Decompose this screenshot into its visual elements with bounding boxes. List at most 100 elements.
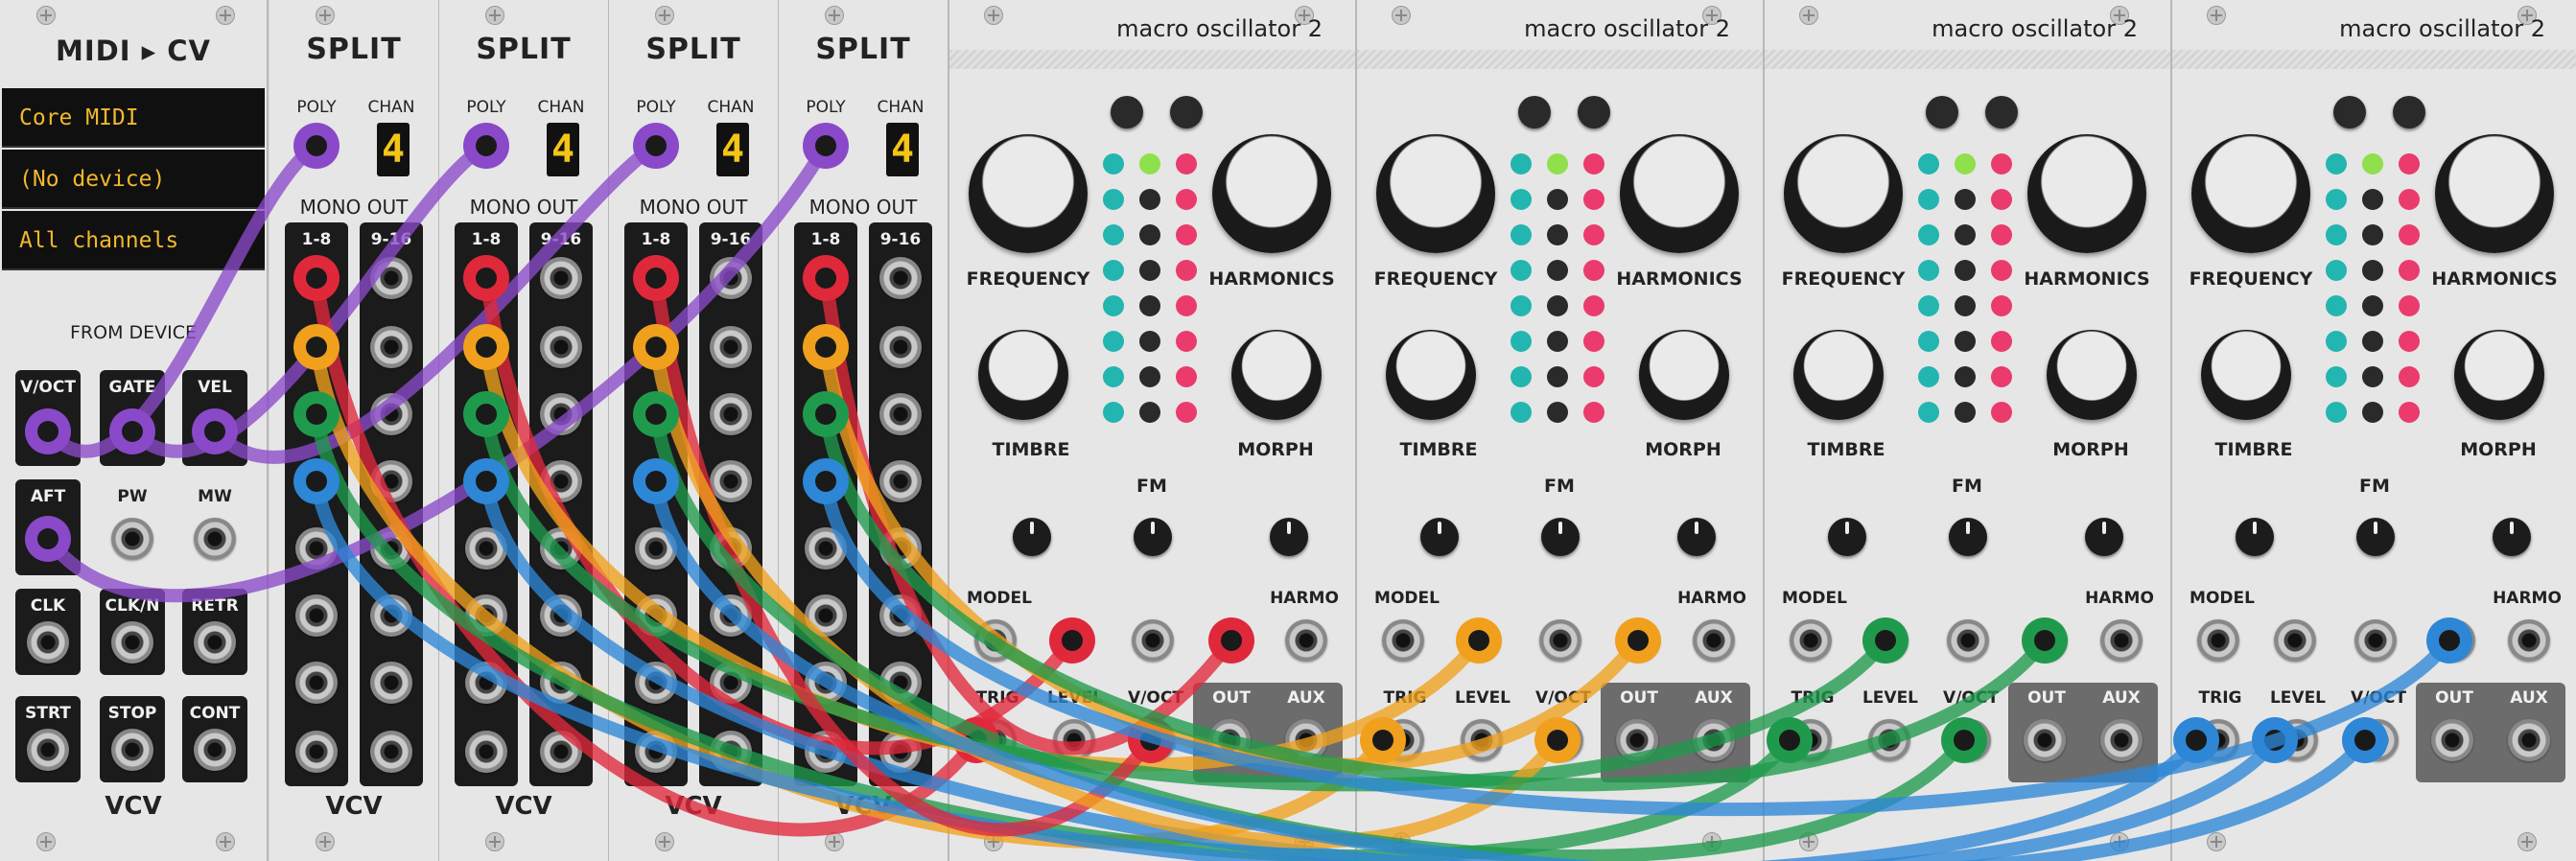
mono-output-jack-6[interactable] <box>805 594 847 637</box>
morph-knob[interactable] <box>1231 330 1322 420</box>
cont-output-jack[interactable] <box>194 729 236 771</box>
morph-knob[interactable] <box>2047 330 2137 420</box>
mono-output-jack-1[interactable] <box>295 257 338 299</box>
timbre-knob[interactable] <box>2201 330 2291 420</box>
timbre-knob[interactable] <box>978 330 1068 420</box>
model-select-button[interactable] <box>1170 96 1203 128</box>
poly-input-jack[interactable] <box>465 125 507 167</box>
mono-output-jack-11[interactable] <box>370 393 412 435</box>
mono-output-jack-6[interactable] <box>635 594 677 637</box>
mono-output-jack-8[interactable] <box>465 731 507 773</box>
timbre-cv-jack[interactable] <box>2274 619 2316 662</box>
stop-output-jack[interactable] <box>111 729 153 771</box>
mono-output-jack-6[interactable] <box>465 594 507 637</box>
mono-output-jack-13[interactable] <box>370 527 412 570</box>
midi-channel-select[interactable]: All channels <box>2 211 265 270</box>
fm-attenuverter-knob[interactable] <box>1949 518 1987 556</box>
aft-output-jack[interactable] <box>27 518 69 560</box>
mono-output-jack-4[interactable] <box>635 460 677 502</box>
out-output-jack[interactable] <box>2431 719 2473 761</box>
mono-output-jack-10[interactable] <box>710 326 752 368</box>
midi-driver-select[interactable]: Core MIDI <box>2 88 265 148</box>
mono-output-jack-11[interactable] <box>540 393 582 435</box>
out-output-jack[interactable] <box>1616 719 1658 761</box>
mono-output-jack-10[interactable] <box>370 326 412 368</box>
frequency-knob[interactable] <box>2191 134 2310 253</box>
frequency-knob[interactable] <box>1376 134 1495 253</box>
aux-output-jack[interactable] <box>2508 719 2550 761</box>
model-cv-jack[interactable] <box>974 619 1017 662</box>
timbre-cv-jack[interactable] <box>1459 619 1501 662</box>
harmonics-knob[interactable] <box>1212 134 1331 253</box>
mono-output-jack-15[interactable] <box>540 662 582 704</box>
mono-output-jack-8[interactable] <box>805 731 847 773</box>
mono-output-jack-15[interactable] <box>879 662 922 704</box>
voct-input-jack[interactable] <box>1541 719 1583 761</box>
aux-output-jack[interactable] <box>2100 719 2143 761</box>
mono-output-jack-2[interactable] <box>465 326 507 368</box>
vel-output-jack[interactable] <box>194 410 236 453</box>
trig-input-jack[interactable] <box>1382 719 1424 761</box>
midi-device-select[interactable]: (No device) <box>2 150 265 209</box>
mono-output-jack-14[interactable] <box>540 594 582 637</box>
fm-attenuverter-knob[interactable] <box>1541 518 1580 556</box>
mw-output-jack[interactable] <box>194 518 236 560</box>
trig-input-jack[interactable] <box>1790 719 1832 761</box>
mono-output-jack-13[interactable] <box>710 527 752 570</box>
timbre-cv-attenuverter-knob[interactable] <box>2236 518 2274 556</box>
mono-output-jack-7[interactable] <box>295 662 338 704</box>
mono-output-jack-5[interactable] <box>635 527 677 570</box>
mono-output-jack-14[interactable] <box>710 594 752 637</box>
out-output-jack[interactable] <box>1208 719 1251 761</box>
morph-cv-attenuverter-knob[interactable] <box>2493 518 2531 556</box>
mono-output-jack-2[interactable] <box>635 326 677 368</box>
mono-output-jack-9[interactable] <box>879 257 922 299</box>
mono-output-jack-16[interactable] <box>540 731 582 773</box>
model-cv-jack[interactable] <box>1382 619 1424 662</box>
mono-output-jack-10[interactable] <box>540 326 582 368</box>
level-input-jack[interactable] <box>1461 719 1503 761</box>
trig-input-jack[interactable] <box>2197 719 2239 761</box>
mono-output-jack-5[interactable] <box>465 527 507 570</box>
mono-output-jack-6[interactable] <box>295 594 338 637</box>
model-cv-jack[interactable] <box>1790 619 1832 662</box>
fm-cv-jack[interactable] <box>1539 619 1581 662</box>
clk-output-jack[interactable] <box>27 621 69 663</box>
timbre-knob[interactable] <box>1386 330 1476 420</box>
model-select-button[interactable] <box>1518 96 1551 128</box>
clkn-output-jack[interactable] <box>111 621 153 663</box>
timbre-cv-jack[interactable] <box>1051 619 1093 662</box>
mono-output-jack-5[interactable] <box>805 527 847 570</box>
voct-input-jack[interactable] <box>2356 719 2399 761</box>
poly-input-jack[interactable] <box>635 125 677 167</box>
level-input-jack[interactable] <box>1868 719 1910 761</box>
mono-output-jack-7[interactable] <box>465 662 507 704</box>
mono-output-jack-1[interactable] <box>805 257 847 299</box>
mono-output-jack-3[interactable] <box>805 393 847 435</box>
voct-input-jack[interactable] <box>1949 719 1991 761</box>
gate-output-jack[interactable] <box>111 410 153 453</box>
level-input-jack[interactable] <box>2276 719 2318 761</box>
mono-output-jack-9[interactable] <box>370 257 412 299</box>
strt-output-jack[interactable] <box>27 729 69 771</box>
mono-output-jack-12[interactable] <box>540 460 582 502</box>
mono-output-jack-9[interactable] <box>540 257 582 299</box>
morph-cv-attenuverter-knob[interactable] <box>1270 518 1308 556</box>
mono-output-jack-3[interactable] <box>635 393 677 435</box>
model-select-button[interactable] <box>1926 96 1958 128</box>
model-cv-jack[interactable] <box>2197 619 2239 662</box>
model-select-button[interactable] <box>2393 96 2425 128</box>
level-input-jack[interactable] <box>1053 719 1095 761</box>
timbre-cv-attenuverter-knob[interactable] <box>1013 518 1051 556</box>
mono-output-jack-10[interactable] <box>879 326 922 368</box>
mono-output-jack-12[interactable] <box>879 460 922 502</box>
fm-attenuverter-knob[interactable] <box>2356 518 2395 556</box>
mono-output-jack-2[interactable] <box>805 326 847 368</box>
voct-input-jack[interactable] <box>1134 719 1176 761</box>
morph-cv-jack[interactable] <box>2433 619 2475 662</box>
mono-output-jack-14[interactable] <box>879 594 922 637</box>
mono-output-jack-16[interactable] <box>710 731 752 773</box>
harmonics-knob[interactable] <box>2027 134 2146 253</box>
mono-output-jack-11[interactable] <box>879 393 922 435</box>
fm-attenuverter-knob[interactable] <box>1134 518 1172 556</box>
